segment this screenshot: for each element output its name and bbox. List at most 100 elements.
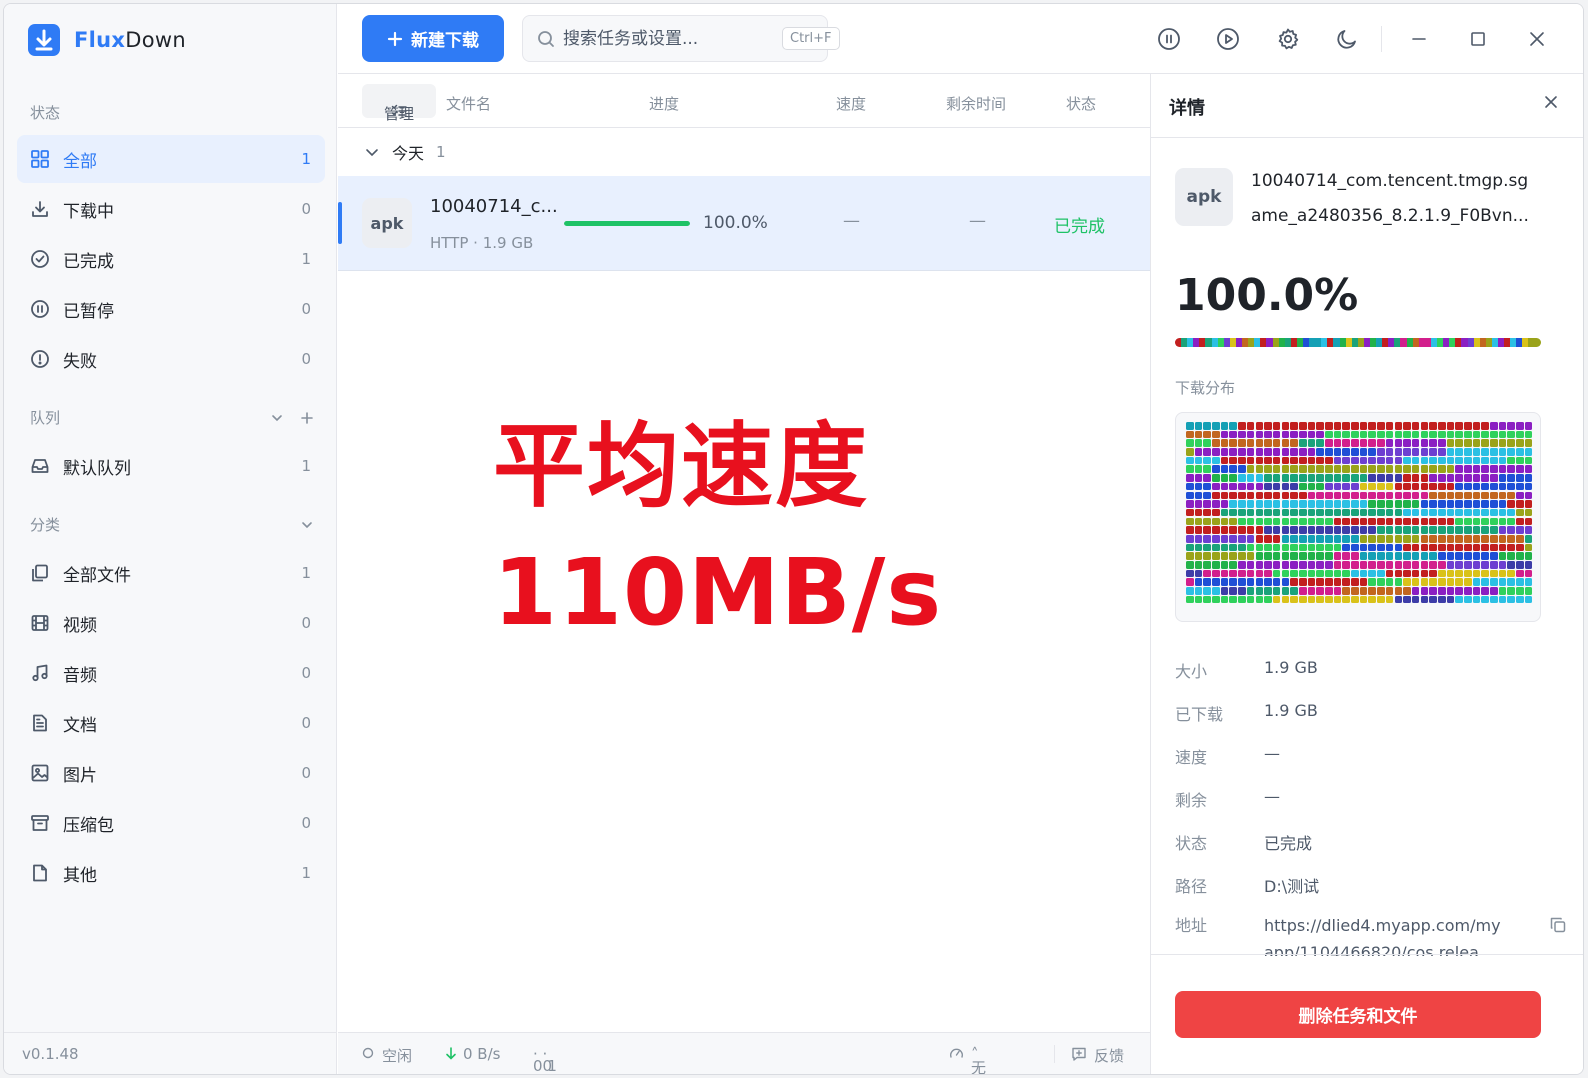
distribution-cell (1429, 500, 1437, 508)
field-key: 剩余 (1175, 791, 1208, 810)
close-window-icon[interactable] (1524, 26, 1550, 52)
task-protocol: HTTP (430, 234, 469, 252)
sidebar-item-other[interactable]: 其他 1 (17, 849, 325, 897)
distribution-cell (1464, 422, 1472, 430)
distribution-cell (1481, 561, 1489, 569)
distribution-cell (1385, 569, 1394, 578)
distribution-cell (1246, 491, 1255, 500)
column-speed[interactable]: 速度 (836, 93, 866, 114)
distribution-cell (1264, 439, 1272, 447)
resume-all-icon[interactable] (1215, 26, 1241, 52)
dark-mode-moon-icon[interactable] (1334, 26, 1360, 52)
distribution-cell (1507, 482, 1516, 491)
distribution-cell (1455, 482, 1463, 491)
distribution-cell (1212, 552, 1220, 560)
column-remaining[interactable]: 剩余时间 (946, 93, 1006, 114)
distribution-cell (1377, 422, 1385, 430)
distribution-cell (1437, 534, 1446, 543)
distribution-cell (1272, 543, 1281, 552)
distribution-cell (1307, 465, 1316, 474)
sidebar-item-all[interactable]: 全部 1 (17, 135, 325, 183)
column-status[interactable]: 状态 (1066, 93, 1096, 114)
manage-button[interactable]: 管理 (362, 84, 436, 123)
distribution-cell (1464, 526, 1472, 534)
distribution-cell (1203, 517, 1211, 526)
minimize-icon[interactable] (1406, 26, 1432, 52)
delete-task-and-file-button[interactable]: 删除任务和文件 (1175, 991, 1541, 1038)
new-download-button[interactable]: 新建下载 (362, 15, 504, 62)
pause-all-icon[interactable] (1156, 26, 1182, 52)
copy-icon[interactable] (1549, 916, 1567, 934)
sidebar-item-all-files[interactable]: 全部文件 1 (17, 549, 325, 597)
distribution-cell (1455, 552, 1463, 560)
distribution-cell (1394, 534, 1403, 543)
distribution-cell (1429, 456, 1437, 465)
distribution-cell (1212, 422, 1220, 430)
distribution-cell (1272, 482, 1281, 491)
gear-icon[interactable] (1275, 26, 1301, 52)
distribution-cell (1351, 465, 1359, 474)
chevron-down-icon[interactable] (270, 411, 284, 425)
distribution-cell (1281, 465, 1290, 474)
sidebar-item-paused[interactable]: 已暂停 0 (17, 285, 325, 333)
distribution-cell (1490, 552, 1498, 560)
distribution-cell (1351, 595, 1359, 604)
table-row[interactable]: apk 10040714_c... HTTP · 1.9 GB 100.0% —… (338, 176, 1150, 271)
sidebar-item-audio[interactable]: 音频 0 (17, 649, 325, 697)
distribution-cell (1472, 482, 1481, 491)
distribution-cell (1377, 500, 1385, 508)
distribution-cell (1307, 517, 1316, 526)
distribution-cell (1316, 439, 1324, 447)
distribution-cell (1481, 587, 1489, 595)
distribution-cell (1290, 561, 1298, 569)
distribution-cell (1316, 482, 1324, 491)
task-meta: HTTP · 1.9 GB (430, 234, 534, 252)
group-header-today[interactable]: 今天 1 (338, 129, 1150, 175)
column-filename[interactable]: 文件名 (446, 93, 491, 114)
distribution-cell (1403, 595, 1411, 604)
maximize-icon[interactable] (1465, 26, 1491, 52)
sidebar-item-downloading[interactable]: 下载中 0 (17, 185, 325, 233)
add-queue-icon[interactable] (300, 411, 314, 425)
distribution-cell (1246, 482, 1255, 491)
column-progress[interactable]: 进度 (649, 93, 679, 114)
distribution-cell (1481, 534, 1489, 543)
sidebar-item-documents[interactable]: 文档 0 (17, 699, 325, 747)
speed-limit-selector[interactable]: 无限制 ˄ (971, 1045, 986, 1074)
address-value[interactable]: https://dlied4.myapp.com/myapp/110446682… (1264, 912, 1504, 956)
distribution-cell (1255, 595, 1264, 604)
field-value: 1.9 GB (1264, 701, 1318, 720)
distribution-cell (1186, 500, 1194, 508)
sidebar-item-archives[interactable]: 压缩包 0 (17, 799, 325, 847)
chevron-down-icon[interactable] (300, 518, 314, 532)
sidebar-item-default-queue[interactable]: 默认队列 1 (17, 442, 325, 490)
segment (1534, 338, 1541, 347)
sidebar-item-video[interactable]: 视频 0 (17, 599, 325, 647)
distribution-cell (1368, 561, 1377, 569)
distribution-cell (1403, 422, 1411, 430)
feedback-button[interactable]: 反馈 (1094, 1045, 1124, 1066)
sidebar-item-failed[interactable]: 失败 0 (17, 335, 325, 383)
distribution-cell (1464, 517, 1472, 526)
sidebar-item-completed[interactable]: 已完成 1 (17, 235, 325, 283)
task-progress-bar (564, 221, 690, 226)
sidebar-item-label: 下载中 (63, 201, 114, 222)
distribution-cell (1264, 456, 1272, 465)
distribution-cell (1203, 482, 1211, 491)
distribution-cell (1394, 517, 1403, 526)
distribution-cell (1411, 595, 1420, 604)
distribution-cell (1377, 465, 1385, 474)
close-detail-icon[interactable] (1543, 94, 1559, 110)
distribution-cell (1229, 500, 1238, 508)
distribution-cell (1281, 534, 1290, 543)
field-value[interactable]: D:\测试 (1264, 873, 1541, 897)
distribution-cell (1246, 500, 1255, 508)
sidebar-item-images[interactable]: 图片 0 (17, 749, 325, 797)
distribution-cell (1420, 543, 1429, 552)
search-box[interactable]: Ctrl+F (522, 15, 840, 62)
distribution-cell (1351, 500, 1359, 508)
distribution-cell (1481, 552, 1489, 560)
distribution-cell (1411, 561, 1420, 569)
search-input[interactable] (563, 28, 782, 49)
distribution-cell (1385, 482, 1394, 491)
